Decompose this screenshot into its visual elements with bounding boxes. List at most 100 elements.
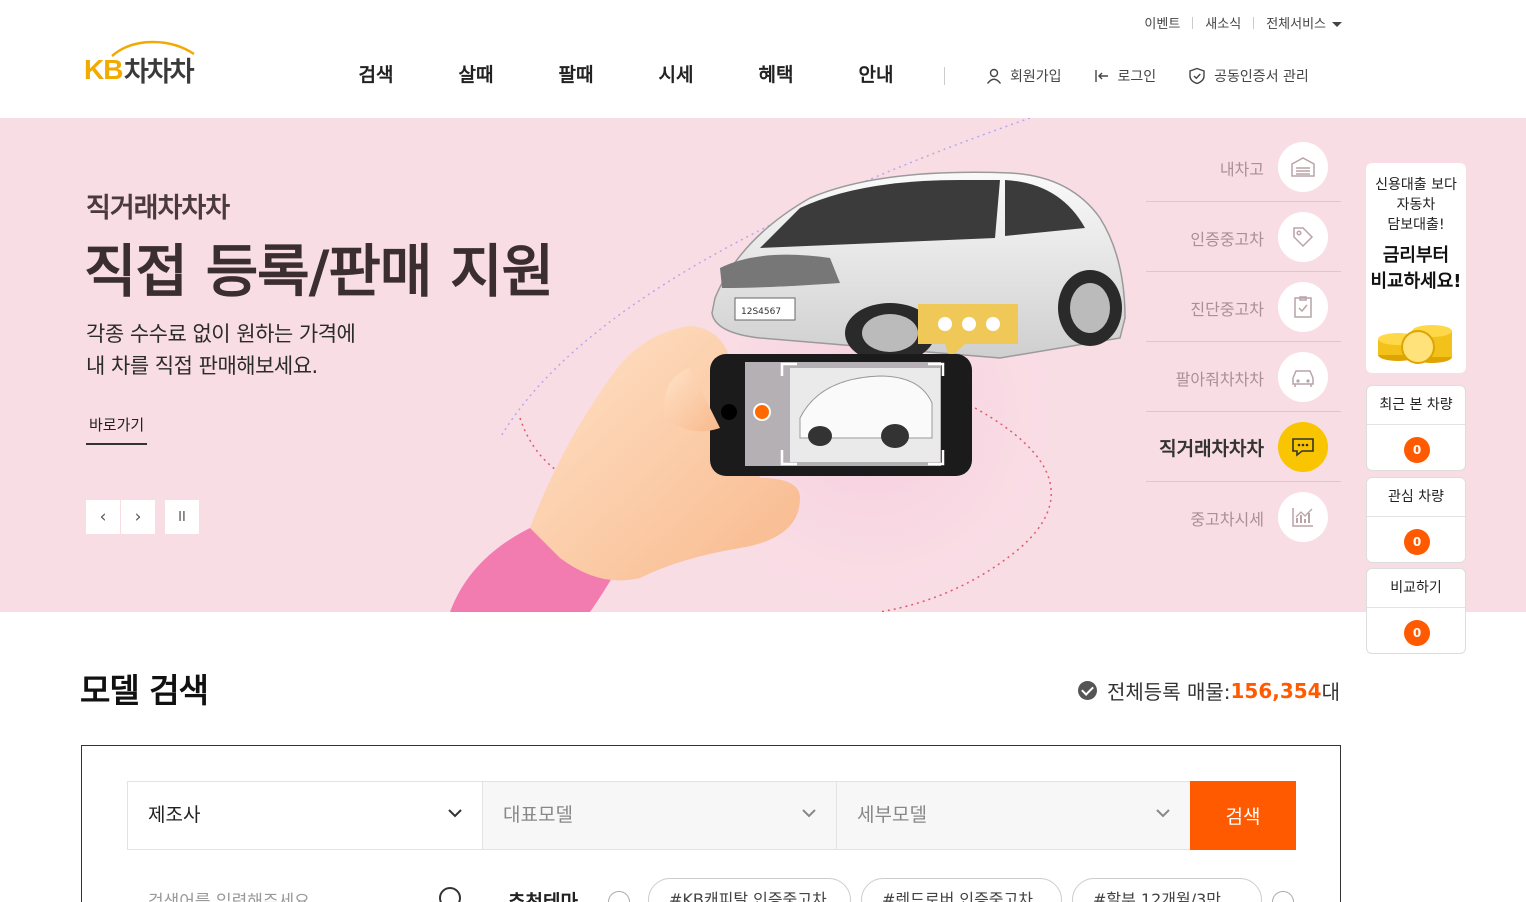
chat-icon (1278, 422, 1328, 472)
car-icon (1278, 352, 1328, 402)
compare-box[interactable]: 비교하기 0 (1366, 568, 1466, 654)
nav-price[interactable]: 시세 (626, 60, 726, 87)
quick-menu-item-direct-deal[interactable]: 직거래차차차 (1146, 412, 1341, 482)
hero-go-link[interactable]: 바로가기 (86, 414, 148, 445)
theme-tag[interactable]: #렌드로버 인증중고차 (861, 878, 1062, 902)
nav-divider (944, 67, 945, 85)
util-all-services-label: 전체서비스 (1266, 17, 1326, 32)
quick-menu-item-market-price[interactable]: 중고차시세 (1146, 482, 1341, 552)
nav-buy[interactable]: 살때 (426, 60, 526, 87)
quick-menu-item-certified[interactable]: 인증중고차 (1146, 202, 1341, 272)
quick-menu-label: 내차고 (1219, 160, 1264, 179)
hero-subtitle: 직거래차차차 (86, 193, 230, 224)
quick-menu-item-diagnosed[interactable]: 진단중고차 (1146, 272, 1341, 342)
logo-kb: KB (84, 54, 123, 85)
main-nav: 검색 살때 팔때 시세 혜택 안내 (326, 60, 926, 87)
favorite-cars-title: 관심 차량 (1367, 478, 1465, 517)
maker-select[interactable]: 제조사 (127, 781, 483, 850)
check-circle-icon (1078, 681, 1097, 700)
theme-tag[interactable]: #할부 12개월/3만 (1072, 878, 1262, 902)
recent-viewed-box[interactable]: 최근 본 차량 0 (1366, 385, 1466, 471)
util-link-all-services[interactable]: 전체서비스 (1266, 13, 1342, 32)
tag-icon (1278, 212, 1328, 262)
login-link[interactable]: 로그인 (1094, 66, 1157, 86)
loan-ad-headline-line: 금리부터 (1382, 245, 1450, 266)
cert-manage-link[interactable]: 공동인증서 관리 (1188, 66, 1309, 86)
phone-image (710, 354, 972, 476)
clipboard-icon (1278, 282, 1328, 332)
loan-ad-line: 담보대출! (1387, 217, 1445, 233)
loan-ad-headline: 금리부터 비교하세요! (1366, 243, 1466, 295)
loan-ad-headline-line: 비교하세요! (1370, 271, 1462, 292)
info-icon[interactable] (608, 891, 630, 902)
chevron-right-icon[interactable] (1272, 891, 1294, 902)
caret-down-icon (1332, 22, 1342, 27)
model-select[interactable]: 대표모델 (482, 781, 837, 850)
hero-desc-line1: 각종 수수료 없이 원하는 가격에 (86, 322, 356, 346)
util-divider (1253, 16, 1255, 29)
maker-select-value: 제조사 (148, 804, 201, 826)
cert-manage-label: 공동인증서 관리 (1214, 69, 1309, 85)
chevron-down-icon (1156, 809, 1170, 818)
quick-menu-item-garage[interactable]: 내차고 (1146, 132, 1341, 202)
login-label: 로그인 (1117, 69, 1157, 85)
member-links: 회원가입 로그인 공동인증서 관리 (986, 66, 1341, 86)
user-icon (986, 68, 1002, 84)
util-link-event[interactable]: 이벤트 (1144, 13, 1180, 32)
chevron-down-icon (448, 809, 462, 818)
hero-desc-line2: 내 차를 직접 판매해보세요. (86, 354, 318, 378)
quick-menu-label: 중고차시세 (1190, 510, 1264, 529)
chart-icon (1278, 492, 1328, 542)
nav-search[interactable]: 검색 (326, 60, 426, 87)
recent-viewed-count: 0 (1404, 437, 1430, 463)
shield-check-icon (1189, 67, 1205, 85)
quick-menu-label: 진단중고차 (1190, 300, 1264, 319)
signup-label: 회원가입 (1010, 69, 1062, 85)
detail-model-select-value: 세부모델 (857, 804, 927, 826)
kb-chachacha-logo[interactable]: KB 차차차 (84, 38, 204, 88)
hero-quick-menu: 내차고 인증중고차 진단중고차 팔아줘차차차 직거래차차차 중고차시세 (1146, 132, 1341, 552)
favorite-cars-count: 0 (1404, 529, 1430, 555)
theme-tag[interactable]: #KB캐피탈 인증중고차 (648, 878, 851, 902)
recent-viewed-title: 최근 본 차량 (1367, 386, 1465, 425)
loan-ad-banner[interactable]: 신용대출 보다 자동차 담보대출! 금리부터 비교하세요! (1366, 163, 1466, 373)
detail-model-select[interactable]: 세부모델 (836, 781, 1191, 850)
nav-benefit[interactable]: 혜택 (726, 60, 826, 87)
slide-prev-button[interactable]: ‹ (86, 500, 120, 534)
model-search-panel: 제조사 대표모델 세부모델 검색 검색어를 입력해주세요 추천테마 #KB캐피탈… (81, 745, 1341, 902)
search-icon[interactable] (439, 887, 461, 902)
keyword-search-input[interactable]: 검색어를 입력해주세요 (148, 887, 310, 902)
hero-description: 각종 수수료 없이 원하는 가격에 내 차를 직접 판매해보세요. (86, 318, 356, 382)
chevron-down-icon (802, 809, 816, 818)
signup-link[interactable]: 회원가입 (986, 66, 1062, 86)
model-search-title: 모델 검색 (80, 671, 209, 710)
loan-ad-text: 신용대출 보다 자동차 담보대출! (1366, 163, 1466, 235)
model-search-button[interactable]: 검색 (1190, 781, 1296, 850)
utility-links: 이벤트 새소식 전체서비스 (1144, 13, 1342, 32)
car-plate: 12S4567 (741, 307, 781, 317)
favorite-cars-box[interactable]: 관심 차량 0 (1366, 477, 1466, 563)
quick-menu-label: 인증중고차 (1190, 230, 1264, 249)
total-listings: 전체등록 매물: 156,354 대 (1078, 676, 1340, 705)
slide-next-button[interactable]: › (121, 500, 155, 534)
garage-icon (1278, 142, 1328, 192)
util-divider (1192, 16, 1194, 29)
compare-count: 0 (1404, 620, 1430, 646)
site-header: KB 차차차 이벤트 새소식 전체서비스 검색 살때 팔때 시세 혜택 안내 회… (0, 0, 1526, 118)
recommended-theme-label: 추천테마 (508, 891, 578, 902)
nav-guide[interactable]: 안내 (826, 60, 926, 87)
loan-ad-line: 신용대출 보다 (1375, 177, 1457, 193)
util-link-news[interactable]: 새소식 (1205, 13, 1241, 32)
slide-pause-button[interactable]: II (165, 500, 199, 534)
total-listings-label: 전체등록 매물: (1107, 680, 1231, 704)
model-select-value: 대표모델 (503, 804, 573, 826)
total-listings-count: 156,354 (1230, 678, 1322, 703)
hero-banner: 12S4567 직거래차차차 직접 등록/판매 지원 각종 수수료 없이 원하는… (0, 118, 1526, 612)
hero-title: 직접 등록/판매 지원 (84, 239, 554, 305)
logo-name: 차차차 (124, 57, 195, 88)
quick-menu-label: 팔아줘차차차 (1175, 370, 1264, 389)
quick-menu-item-sell-for-me[interactable]: 팔아줘차차차 (1146, 342, 1341, 412)
compare-title: 비교하기 (1367, 569, 1465, 608)
nav-sell[interactable]: 팔때 (526, 60, 626, 87)
loan-ad-line: 자동차 (1396, 197, 1436, 213)
